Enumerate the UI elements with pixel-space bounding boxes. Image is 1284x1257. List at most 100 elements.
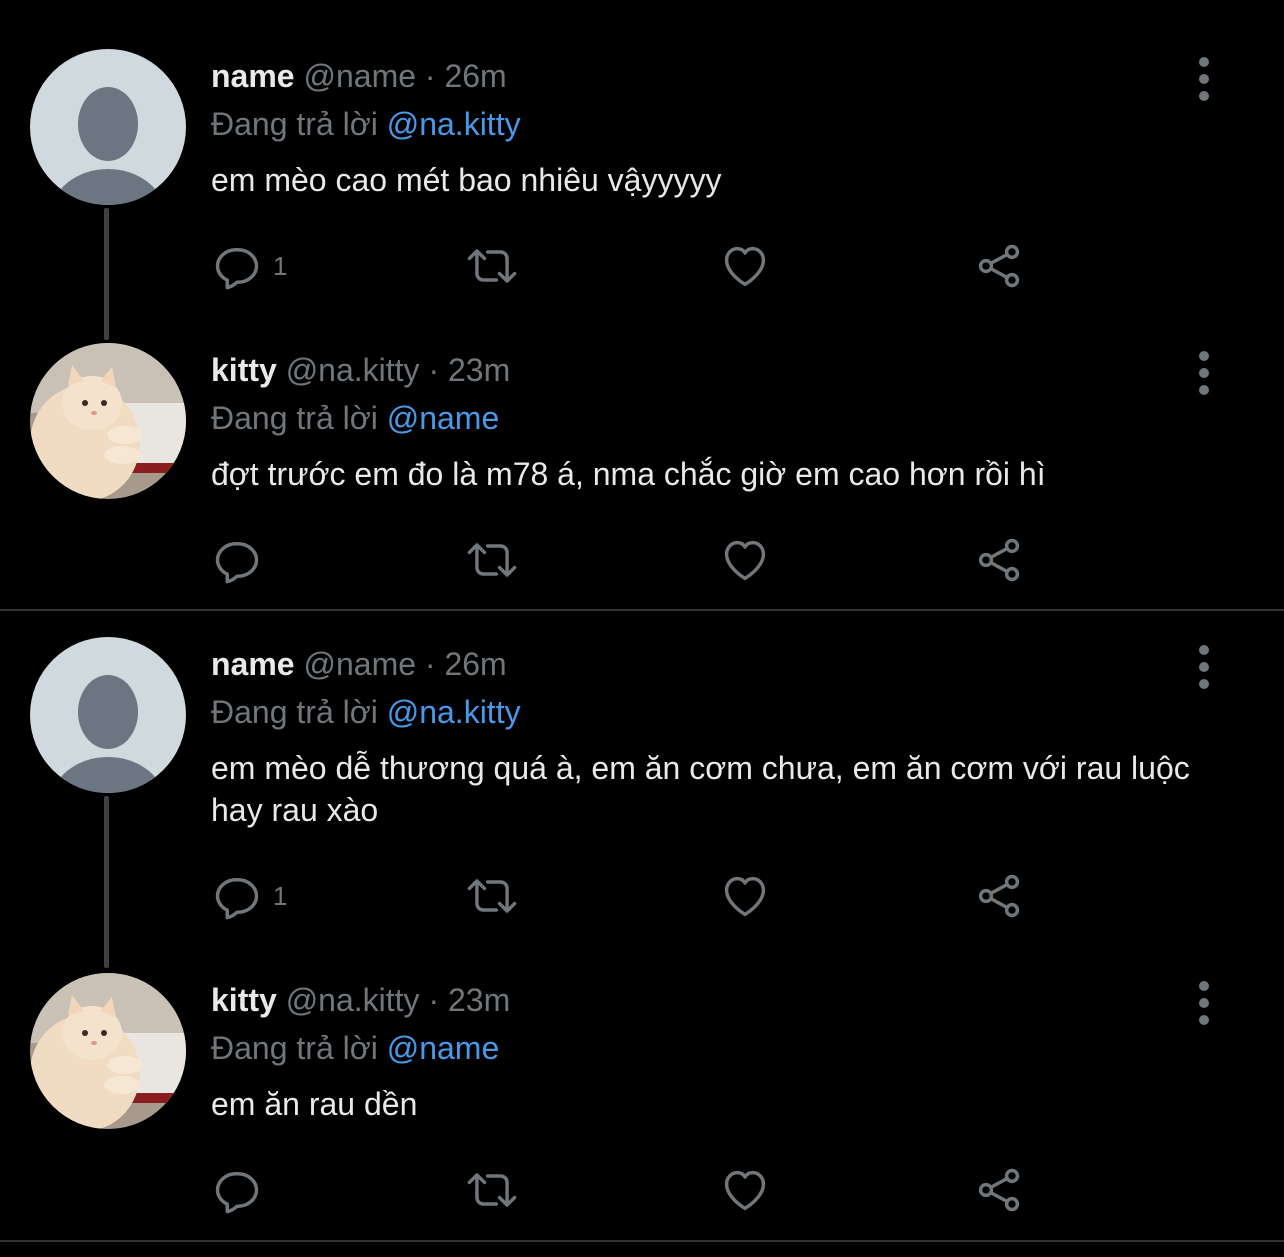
tweet-actions — [211, 534, 1041, 586]
share-button[interactable] — [973, 534, 1025, 586]
user-handle[interactable]: @na.kitty — [286, 352, 420, 388]
replying-to-label: Đang trả lời — [211, 1030, 378, 1066]
tweet[interactable]: name @name · 26m Đang trả lời @na.kitty … — [0, 612, 1284, 947]
more-dot — [1199, 1015, 1209, 1025]
user-handle[interactable]: @name — [303, 58, 416, 94]
like-button[interactable] — [719, 534, 771, 586]
like-button[interactable] — [719, 240, 771, 292]
tweet-text: đợt trước em đo là m78 á, nma chắc giờ e… — [211, 456, 1046, 492]
tweet-header: kitty @na.kitty · 23m — [211, 980, 1194, 1020]
more-options-button[interactable] — [1184, 57, 1224, 101]
tweet-content: kitty @na.kitty · 23m Đang trả lời @name… — [211, 980, 1194, 1125]
retweet-icon — [467, 1173, 517, 1207]
thread: name @name · 26m Đang trả lời @na.kitty … — [0, 612, 1284, 1240]
mention-link[interactable]: @na.kitty — [387, 694, 521, 730]
retweet-icon — [467, 543, 517, 577]
display-name[interactable]: kitty — [211, 982, 277, 1018]
tweet[interactable]: kitty @na.kitty · 23m Đang trả lời @name… — [0, 947, 1284, 1240]
replying-to-label: Đang trả lời — [211, 106, 378, 142]
share-icon — [978, 874, 1020, 918]
replying-to-label: Đang trả lời — [211, 400, 378, 436]
more-options-button[interactable] — [1184, 351, 1224, 395]
reply-button[interactable]: 1 — [211, 870, 287, 922]
tweet-actions — [211, 1164, 1041, 1216]
reply-bubble-icon — [215, 1172, 259, 1214]
thread-divider — [0, 1240, 1284, 1242]
more-dot — [1199, 662, 1209, 672]
avatar[interactable] — [30, 49, 186, 205]
retweet-button[interactable] — [464, 534, 520, 586]
heart-icon — [724, 540, 766, 581]
separator-dot: · — [428, 352, 440, 388]
reply-feed: name @name · 26m Đang trả lời @na.kitty … — [0, 0, 1284, 1257]
tweet[interactable]: name @name · 26m Đang trả lời @na.kitty … — [0, 0, 1284, 300]
avatar[interactable] — [30, 973, 186, 1129]
like-button[interactable] — [719, 870, 771, 922]
more-options-button[interactable] — [1184, 645, 1224, 689]
reply-button[interactable]: 1 — [211, 240, 287, 292]
retweet-button[interactable] — [464, 240, 520, 292]
timestamp[interactable]: 23m — [448, 352, 510, 388]
mention-link[interactable]: @na.kitty — [387, 106, 521, 142]
display-name[interactable]: kitty — [211, 352, 277, 388]
share-button[interactable] — [973, 870, 1025, 922]
share-icon — [978, 244, 1020, 288]
user-handle[interactable]: @na.kitty — [286, 982, 420, 1018]
more-dot — [1199, 74, 1209, 84]
retweet-button[interactable] — [464, 870, 520, 922]
heart-icon — [724, 246, 766, 287]
retweet-button[interactable] — [464, 1164, 520, 1216]
tweet[interactable]: kitty @na.kitty · 23m Đang trả lời @name… — [0, 300, 1284, 610]
heart-icon — [724, 876, 766, 917]
cat-photo-avatar-icon — [30, 973, 186, 1129]
avatar[interactable] — [30, 637, 186, 793]
reply-count: 1 — [273, 250, 288, 281]
share-button[interactable] — [973, 1164, 1025, 1216]
display-name[interactable]: name — [211, 646, 295, 682]
reply-count: 1 — [273, 880, 288, 911]
tweet-actions: 1 — [211, 240, 1041, 292]
timestamp[interactable]: 26m — [444, 646, 506, 682]
display-name[interactable]: name — [211, 58, 295, 94]
replying-to: Đang trả lời @name — [211, 1028, 1194, 1068]
more-dot — [1199, 998, 1209, 1008]
more-dot — [1199, 91, 1209, 101]
tweet-header: kitty @na.kitty · 23m — [211, 350, 1194, 390]
tweet-actions: 1 — [211, 870, 1041, 922]
heart-icon — [724, 1170, 766, 1211]
tweet-content: name @name · 26m Đang trả lời @na.kitty … — [211, 644, 1194, 831]
share-icon — [978, 538, 1020, 582]
more-dot — [1199, 645, 1209, 655]
share-icon — [978, 1168, 1020, 1212]
more-dot — [1199, 981, 1209, 991]
thread: name @name · 26m Đang trả lời @na.kitty … — [0, 0, 1284, 610]
tweet-text: em mèo dễ thương quá à, em ăn cơm chưa, … — [211, 750, 1190, 828]
tweet-content: kitty @na.kitty · 23m Đang trả lời @name… — [211, 350, 1194, 495]
more-options-button[interactable] — [1184, 981, 1224, 1025]
share-button[interactable] — [973, 240, 1025, 292]
separator-dot: · — [424, 646, 436, 682]
reply-bubble-icon — [215, 878, 259, 920]
avatar[interactable] — [30, 343, 186, 499]
tweet-content: name @name · 26m Đang trả lời @na.kitty … — [211, 56, 1194, 201]
default-avatar-icon — [30, 49, 186, 205]
reply-button[interactable] — [211, 534, 273, 586]
user-handle[interactable]: @name — [303, 646, 416, 682]
mention-link[interactable]: @name — [387, 400, 500, 436]
default-avatar-icon — [30, 637, 186, 793]
reply-bubble-icon — [215, 542, 259, 584]
retweet-icon — [467, 249, 517, 283]
timestamp[interactable]: 26m — [444, 58, 506, 94]
thread-divider — [0, 609, 1284, 611]
mention-link[interactable]: @name — [387, 1030, 500, 1066]
separator-dot: · — [428, 982, 440, 1018]
tweet-header: name @name · 26m — [211, 644, 1194, 684]
timestamp[interactable]: 23m — [448, 982, 510, 1018]
reply-button[interactable] — [211, 1164, 273, 1216]
replying-to-label: Đang trả lời — [211, 694, 378, 730]
like-button[interactable] — [719, 1164, 771, 1216]
separator-dot: · — [424, 58, 436, 94]
more-dot — [1199, 351, 1209, 361]
retweet-icon — [467, 879, 517, 913]
tweet-text: em mèo cao mét bao nhiêu vậyyyyy — [211, 162, 722, 198]
